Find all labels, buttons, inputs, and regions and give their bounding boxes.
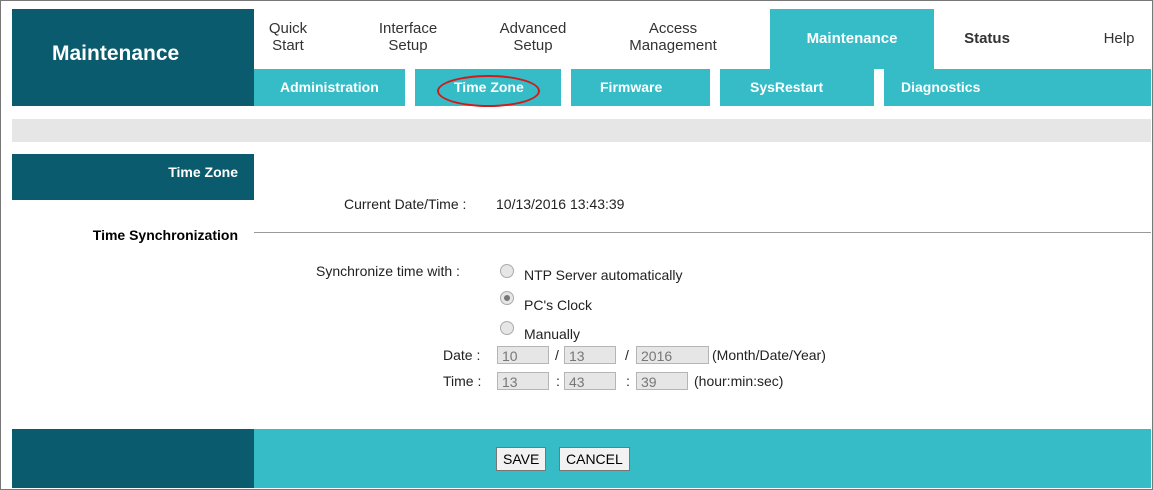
time-sep-2: : xyxy=(626,373,630,389)
tab-label: Setup xyxy=(388,37,428,54)
radio-manually[interactable] xyxy=(500,321,514,335)
tab-label: Setup xyxy=(513,37,553,54)
logo-title: Maintenance xyxy=(52,42,180,65)
sidebar-time-sync-label: Time Synchronization xyxy=(92,227,238,243)
main-nav: Quick Start Interface Setup Advanced Setup … xyxy=(254,9,1151,69)
sidebar-time-zone-label: Time Zone xyxy=(168,164,238,180)
radio-pc-clock[interactable] xyxy=(500,291,514,305)
subnav-separator xyxy=(405,69,415,106)
radio-ntp[interactable] xyxy=(500,264,514,278)
time-format-hint: (hour:min:sec) xyxy=(694,373,784,389)
subnav-separator xyxy=(710,69,720,106)
tab-help[interactable]: Help xyxy=(1094,9,1144,69)
date-month-input[interactable]: 10 xyxy=(497,346,549,364)
subnav-administration[interactable]: Administration xyxy=(280,69,379,106)
date-sep-1: / xyxy=(555,347,559,363)
time-sep-1: : xyxy=(556,373,560,389)
time-min-input[interactable]: 43 xyxy=(564,372,616,390)
tab-advanced-setup[interactable]: Advanced Setup xyxy=(489,9,577,69)
tab-label: Quick xyxy=(268,20,308,37)
section-logo: Maintenance xyxy=(12,9,254,106)
tab-status[interactable]: Status xyxy=(952,9,1022,69)
tab-maintenance[interactable]: Maintenance xyxy=(770,9,934,69)
save-button[interactable]: SAVE xyxy=(496,447,547,471)
tab-label: Advanced xyxy=(499,20,567,37)
cancel-button[interactable]: CANCEL xyxy=(559,447,630,471)
footer-bar xyxy=(254,429,1151,488)
footer-left xyxy=(12,429,254,488)
divider xyxy=(254,232,1151,233)
radio-ntp-label: NTP Server automatically xyxy=(524,267,683,283)
highlight-circle xyxy=(437,75,540,107)
tab-label: Access xyxy=(648,20,698,37)
tab-label: Maintenance xyxy=(806,30,898,47)
tab-access-management[interactable]: Access Management xyxy=(618,9,728,69)
radio-pc-clock-label: PC's Clock xyxy=(524,297,593,313)
date-day-input[interactable]: 13 xyxy=(564,346,616,364)
date-year-input[interactable]: 2016 xyxy=(636,346,709,364)
subnav-separator xyxy=(561,69,571,106)
tab-label: Interface xyxy=(378,20,438,37)
time-label: Time : xyxy=(443,373,482,389)
subnav-sysrestart[interactable]: SysRestart xyxy=(750,69,823,106)
spacer-bar xyxy=(12,119,1151,142)
tab-label: Help xyxy=(1103,30,1135,47)
date-format-hint: (Month/Date/Year) xyxy=(712,347,826,363)
subnav-diagnostics[interactable]: Diagnostics xyxy=(901,69,980,106)
radio-manually-label: Manually xyxy=(524,326,581,342)
tab-label: Status xyxy=(964,30,1010,47)
time-sec-input[interactable]: 39 xyxy=(636,372,688,390)
subnav-separator xyxy=(874,69,884,106)
tab-quick-start[interactable]: Quick Start xyxy=(262,9,314,69)
sub-nav: Administration Time Zone Firmware SysRes… xyxy=(254,69,1151,106)
date-label: Date : xyxy=(443,347,481,363)
time-hour-input[interactable]: 13 xyxy=(497,372,549,390)
tab-label: Start xyxy=(272,37,304,54)
current-datetime-value: 10/13/2016 13:43:39 xyxy=(496,196,625,212)
current-datetime-label: Current Date/Time : xyxy=(344,196,467,212)
tab-interface-setup[interactable]: Interface Setup xyxy=(364,9,452,69)
subnav-firmware[interactable]: Firmware xyxy=(600,69,662,106)
sync-label: Synchronize time with : xyxy=(316,263,460,279)
tab-label: Management xyxy=(629,37,717,54)
date-sep-2: / xyxy=(625,347,629,363)
